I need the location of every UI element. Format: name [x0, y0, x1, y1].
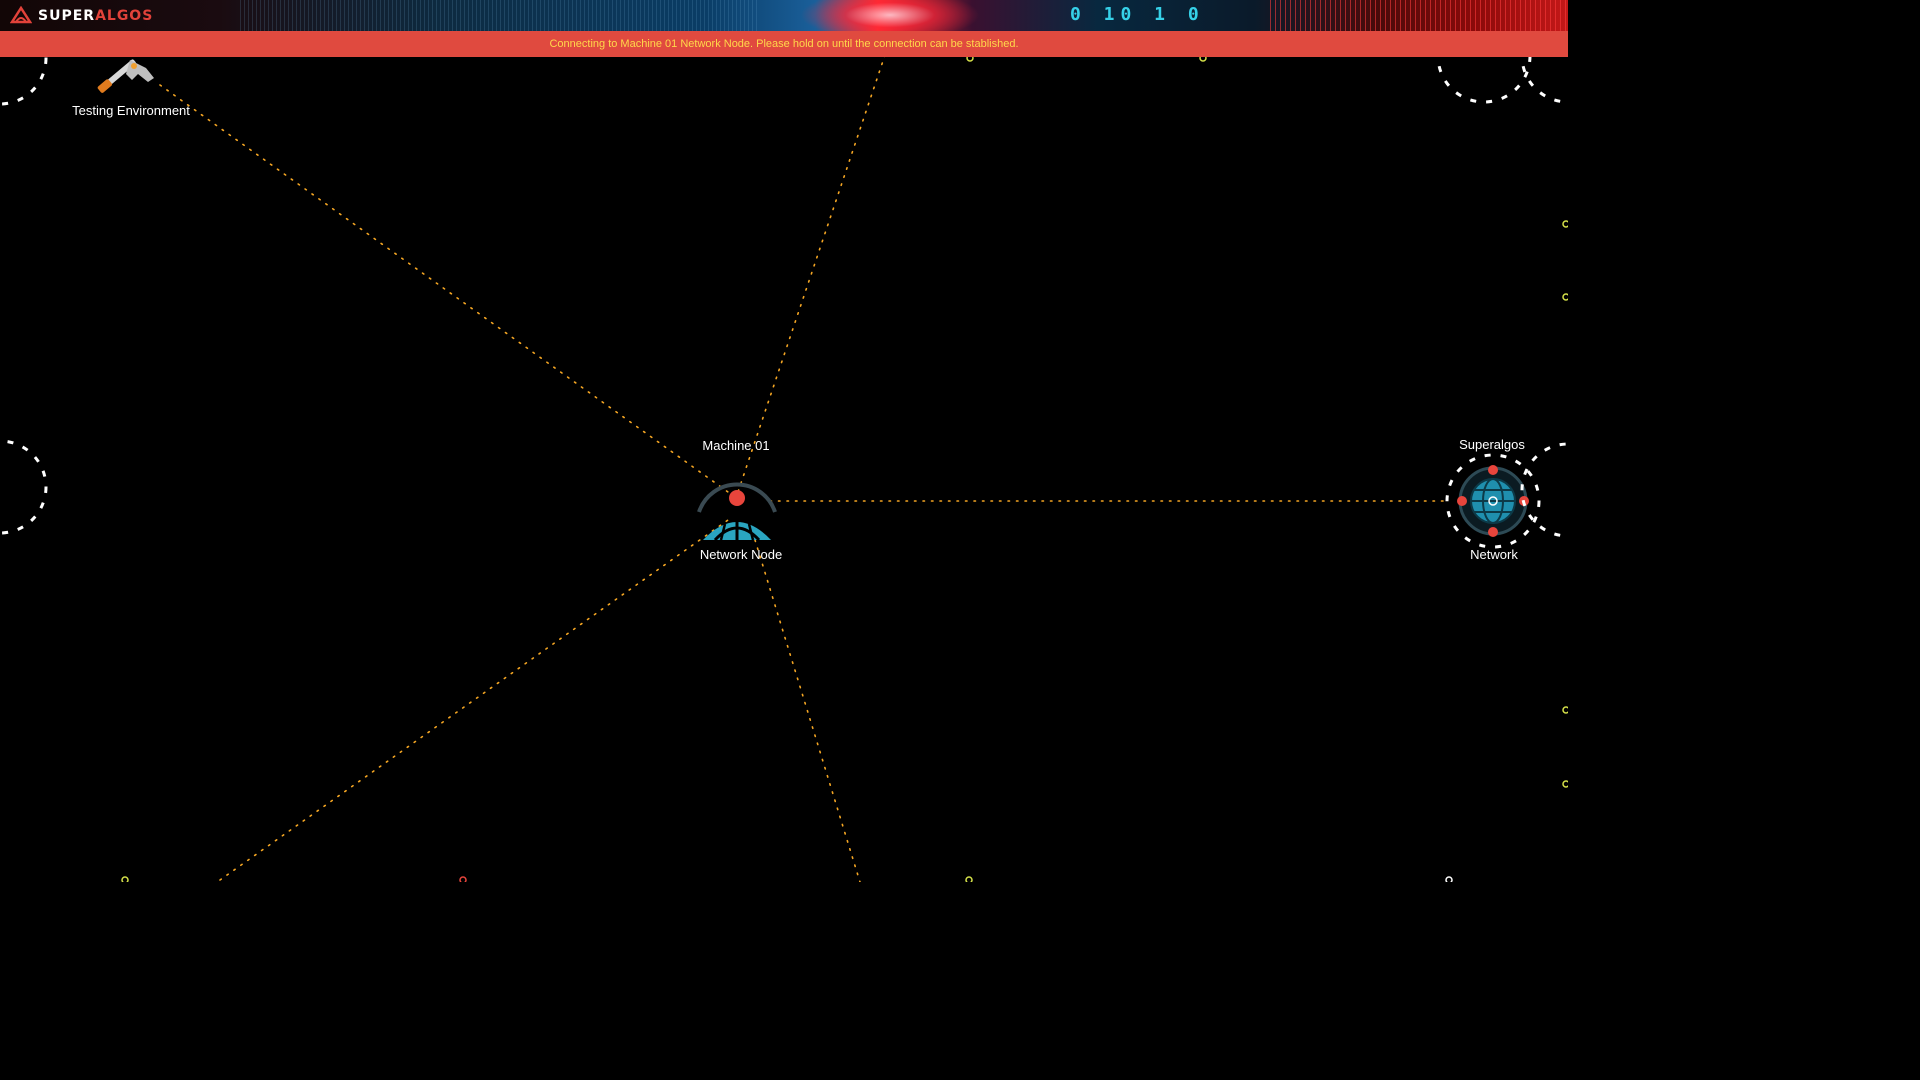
app-logo[interactable]: SUPERALGOS	[10, 5, 153, 27]
superalgos-logo-icon	[10, 6, 32, 24]
connection-line-top	[737, 54, 886, 493]
edge-marker	[459, 876, 467, 882]
workspace-canvas[interactable]	[0, 0, 1568, 882]
connection-line-bottom	[754, 539, 861, 882]
edge-marker	[1445, 876, 1453, 882]
header-glow	[800, 0, 980, 31]
tools-icon	[97, 59, 154, 93]
node-label-machine[interactable]: Machine 01	[702, 438, 769, 453]
node-hotspot[interactable]	[1457, 496, 1467, 506]
connection-line-testing-environment	[159, 84, 729, 493]
offscreen-node-ring-left-middle[interactable]	[0, 439, 48, 535]
connection-line-bottom-left	[219, 519, 729, 881]
testing-environment-node[interactable]	[97, 59, 154, 94]
node-hotspot[interactable]	[1488, 465, 1498, 475]
app-logo-text: SUPERALGOS	[38, 8, 154, 24]
edge-marker	[121, 876, 129, 882]
superalgos-network-node[interactable]	[1445, 453, 1541, 549]
connection-status-banner: Connecting to Machine 01 Network Node. P…	[0, 31, 1568, 57]
node-hotspot[interactable]	[729, 490, 745, 506]
node-hotspot[interactable]	[1488, 527, 1498, 537]
edge-marker	[1562, 220, 1568, 228]
header-decoration	[240, 0, 760, 31]
node-label-network-node[interactable]: Network Node	[700, 547, 782, 562]
connection-status-message: Connecting to Machine 01 Network Node. P…	[549, 38, 1019, 50]
header-decoration	[1270, 0, 1568, 31]
node-label-superalgos[interactable]: Superalgos	[1459, 437, 1525, 452]
edge-marker	[1562, 706, 1568, 714]
header-bar: 0 10 1 0 SUPERALGOS	[0, 0, 1568, 31]
edge-marker	[1562, 293, 1568, 301]
network-node[interactable]	[697, 482, 777, 542]
header-binary-text: 0 10 1 0	[1070, 4, 1205, 25]
globe-icon	[1470, 478, 1516, 524]
node-label-testing-environment[interactable]: Testing Environment	[72, 103, 190, 118]
offscreen-node-ring-right-middle[interactable]	[1520, 442, 1568, 538]
node-label-network[interactable]: Network	[1470, 547, 1518, 562]
edge-marker	[1562, 780, 1568, 788]
edge-marker	[965, 876, 973, 882]
